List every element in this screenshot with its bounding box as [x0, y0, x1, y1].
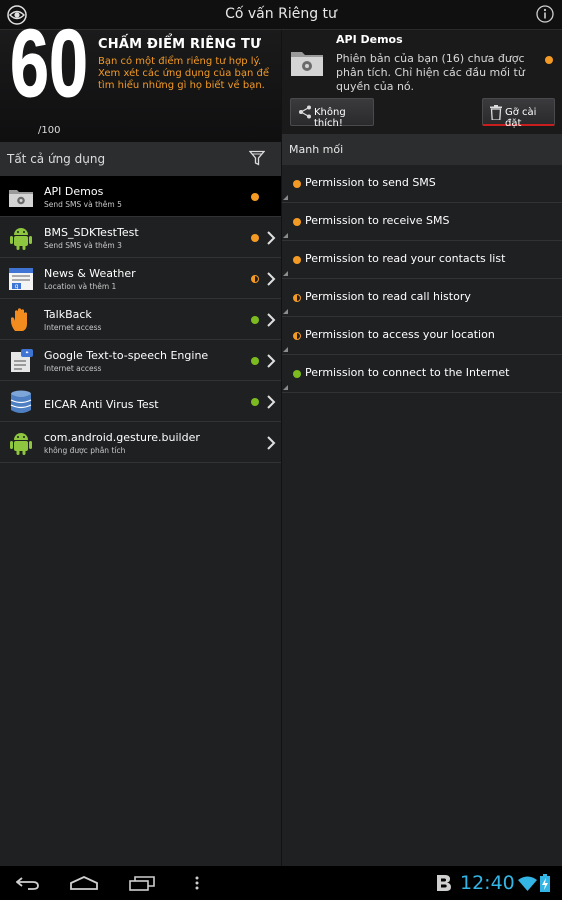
clue-text: Permission to read your contacts list [305, 252, 506, 265]
back-icon[interactable] [16, 876, 40, 890]
notification-b-icon[interactable] [435, 874, 453, 892]
app-row-google-tts[interactable]: ❝ Google Text-to-speech Engine Internet … [0, 340, 281, 381]
clue-text: Permission to receive SMS [305, 214, 450, 227]
wifi-icon [518, 876, 537, 891]
dislike-button[interactable]: Không thích! [290, 98, 374, 129]
recent-apps-icon[interactable] [129, 876, 155, 891]
clue-row[interactable]: Permission to access your location [281, 317, 562, 355]
clues-list: Permission to send SMS Permission to rec… [281, 165, 562, 393]
app-row-api-demos[interactable]: API Demos Send SMS và thêm 5 [0, 176, 281, 217]
app-name: EICAR Anti Virus Test [44, 398, 159, 411]
news-weather-icon: g [9, 268, 33, 290]
status-dot [251, 275, 259, 283]
svg-text:60: 60 [10, 10, 88, 110]
android-icon [10, 433, 32, 455]
hand-icon [11, 308, 27, 331]
app-row-gesture-builder[interactable]: com.android.gesture.builder không được p… [0, 422, 281, 463]
chevron-right-icon [267, 354, 276, 368]
app-name: TalkBack [44, 308, 92, 321]
apps-list-title: Tất cả ứng dụng [7, 152, 106, 166]
privacy-score-value: 60 [10, 10, 88, 110]
status-dot [293, 218, 301, 226]
trash-icon [490, 105, 502, 120]
clue-row[interactable]: Permission to read call history [281, 279, 562, 317]
chevron-right-icon [267, 436, 276, 450]
clue-row[interactable]: Permission to connect to the Internet [281, 355, 562, 393]
uninstall-button-label: Gỡ cài đặt [505, 107, 537, 129]
tts-icon: ❝ [11, 349, 33, 372]
chevron-right-icon [267, 231, 276, 245]
app-summary: Send SMS và thêm 5 [44, 200, 122, 209]
app-row-bms-sdktesttest[interactable]: BMS_SDKTestTest Send SMS và thêm 3 [0, 217, 281, 258]
status-dot [251, 357, 259, 365]
privacy-score-description: Bạn có một điểm riêng tư hợp lý. Xem xét… [98, 56, 270, 91]
info-icon[interactable] [536, 5, 554, 23]
status-dot [293, 294, 301, 302]
app-summary: Internet access [44, 323, 102, 332]
app-row-eicar[interactable]: EICAR Anti Virus Test [0, 381, 281, 422]
chevron-right-icon [267, 395, 276, 409]
app-name: News & Weather [44, 267, 136, 280]
home-icon[interactable] [70, 876, 98, 890]
selected-app-status-dot [545, 56, 553, 64]
app-name: Google Text-to-speech Engine [44, 349, 209, 362]
apps-list: API Demos Send SMS và thêm 5 BMS_SDKTest… [0, 176, 281, 463]
apps-list-header: Tất cả ứng dụng [0, 142, 281, 176]
app-name: API Demos [44, 185, 104, 198]
filter-icon[interactable] [249, 150, 265, 166]
status-dot [293, 332, 301, 340]
status-dot [293, 180, 301, 188]
menu-dots-icon[interactable] [194, 876, 200, 890]
battery-charging-icon [540, 874, 550, 892]
app-row-news-weather[interactable]: g News & Weather Location và thêm 1 [0, 258, 281, 299]
app-summary: Send SMS và thêm 3 [44, 241, 122, 250]
chevron-right-icon [267, 272, 276, 286]
uninstall-button[interactable]: Gỡ cài đặt [482, 98, 555, 129]
status-dot [251, 316, 259, 324]
app-summary: không được phân tích [44, 446, 126, 455]
status-dot [251, 398, 259, 406]
clues-header: Manh mối [281, 134, 562, 165]
status-dot [251, 193, 259, 201]
privacy-score-max: /100 [38, 125, 61, 136]
privacy-score-heading: CHẤM ĐIỂM RIÊNG TƯ [98, 37, 262, 52]
chevron-right-icon [267, 313, 276, 327]
clue-text: Permission to send SMS [305, 176, 436, 189]
selected-app-name: API Demos [336, 33, 403, 46]
android-icon [10, 228, 32, 250]
clues-title: Manh mối [289, 143, 344, 156]
clue-text: Permission to read call history [305, 290, 471, 303]
status-clock: 12:40 [460, 872, 515, 894]
database-icon [10, 390, 32, 413]
share-icon [299, 105, 311, 119]
api-demos-icon [9, 190, 33, 207]
app-row-talkback[interactable]: TalkBack Internet access [0, 299, 281, 340]
app-summary: Internet access [44, 364, 102, 373]
clue-row[interactable]: Permission to send SMS [281, 165, 562, 203]
api-demos-icon [291, 52, 323, 76]
selected-app-description: Phiên bản của bạn (16) chưa được phân tí… [336, 52, 525, 93]
status-dot [293, 370, 301, 378]
status-dot [293, 256, 301, 264]
pane-divider [281, 30, 282, 866]
svg-text:g: g [15, 283, 19, 290]
app-name: BMS_SDKTestTest [44, 226, 139, 239]
app-summary: Location và thêm 1 [44, 282, 117, 291]
status-dot [251, 234, 259, 242]
clue-row[interactable]: Permission to read your contacts list [281, 241, 562, 279]
clue-text: Permission to connect to the Internet [305, 366, 510, 379]
app-name: com.android.gesture.builder [44, 431, 200, 444]
clue-row[interactable]: Permission to receive SMS [281, 203, 562, 241]
clue-text: Permission to access your location [305, 328, 495, 341]
dislike-button-label: Không thích! [314, 107, 346, 129]
